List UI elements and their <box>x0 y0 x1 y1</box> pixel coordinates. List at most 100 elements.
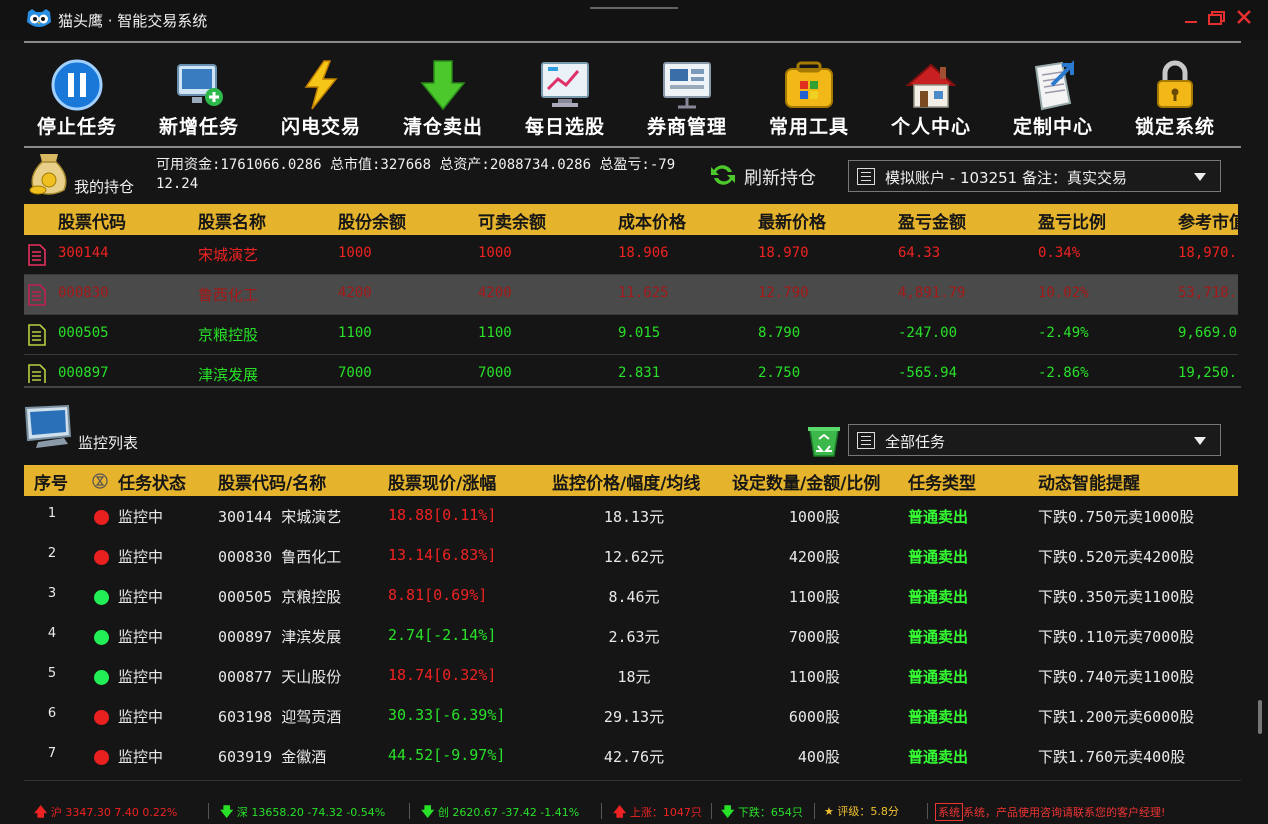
personal-center-button[interactable]: 个人中心 <box>876 52 986 142</box>
cell-status: 监控中 <box>118 748 164 766</box>
table-row[interactable]: 000830 鲁西化工 4200 4200 11.625 12.790 4,891.79 10… <box>24 275 1238 315</box>
cell-stock: 603919 金徽酒 <box>218 748 327 766</box>
refresh-icon <box>711 165 735 185</box>
flash-trade-button[interactable]: 闪电交易 <box>266 52 376 142</box>
cell-name: 宋城演艺 <box>198 246 259 264</box>
document-icon <box>28 284 46 306</box>
rating: ★ 评级：5.8分 <box>824 805 899 818</box>
cell-latest: 12.790 <box>758 285 809 301</box>
cell-latest: 18.970 <box>758 245 809 261</box>
col-header[interactable]: 盈亏金额 <box>898 208 966 233</box>
list-icon <box>857 432 875 449</box>
maximize-icon[interactable] <box>1205 7 1227 29</box>
account-select-value: 模拟账户 - 103251 备注：真实交易 <box>885 169 1127 187</box>
col-header[interactable]: 股份余额 <box>338 208 406 233</box>
col-header[interactable]: 盈亏比例 <box>1038 208 1106 233</box>
cell-no: 2 <box>47 546 57 561</box>
col-header[interactable]: 股票名称 <box>198 208 266 233</box>
table-row[interactable]: 300144 宋城演艺 1000 1000 18.906 18.970 64.33 0.34%… <box>24 235 1238 275</box>
drag-grip[interactable] <box>590 7 678 9</box>
cell-code: 000505 <box>58 325 109 341</box>
custom-center-button[interactable]: 定制中心 <box>998 52 1108 142</box>
cell-type: 普通卖出 <box>908 668 969 686</box>
cell-code: 000897 <box>58 365 109 381</box>
down-arrow-icon <box>420 60 466 111</box>
scrollbar-thumb[interactable] <box>1258 700 1262 734</box>
table-row[interactable]: 5 监控中 000877 天山股份 18.74[0.32%] 18元 1100股 普通卖出 下… <box>24 656 1238 696</box>
account-select[interactable]: 模拟账户 - 103251 备注：真实交易 <box>848 160 1221 192</box>
col-header[interactable]: 最新价格 <box>758 208 826 233</box>
holdings-header: 我的持仓 可用资金:1761066.0286 总市值:327668 总资产:20… <box>24 152 1241 202</box>
cell-sellable: 1000 <box>478 245 512 261</box>
minimize-icon[interactable] <box>1180 7 1202 29</box>
cell-price: 18.74[0.32%] <box>388 666 497 684</box>
divider <box>601 803 602 819</box>
cell-latest: 8.790 <box>758 325 801 341</box>
main-toolbar: 停止任务 新增任务 闪电交易 清仓卖出 每日选股 券商管理 常用工具 个人中心 … <box>24 52 1241 142</box>
title-bar: 猫头鹰 · 智能交易系统 <box>0 0 1268 40</box>
col-header[interactable]: 设定数量/金额/比例 <box>732 469 880 494</box>
stop-task-button[interactable]: 停止任务 <box>22 52 132 142</box>
table-row[interactable]: 7 监控中 603919 金徽酒 44.52[-9.97%] 42.76元 400股 普通卖… <box>24 736 1238 776</box>
table-row[interactable]: 6 监控中 603198 迎驾贡酒 30.33[-6.39%] 29.13元 6000股 普… <box>24 696 1238 736</box>
document-icon <box>28 364 46 383</box>
refresh-holdings-button[interactable]: 刷新持仓 <box>708 160 828 190</box>
task-filter-select[interactable]: 全部任务 <box>848 424 1221 456</box>
cell-status: 监控中 <box>118 708 164 726</box>
cell-monitor: 18元 <box>617 668 651 686</box>
down-arrow-icon: 🡇 <box>721 805 735 820</box>
cell-price: 18.88[0.11%] <box>388 506 497 524</box>
cell-name: 津滨发展 <box>198 366 259 383</box>
cell-mkt: 9,669.00 <box>1178 325 1238 341</box>
table-row[interactable]: 000505 京粮控股 1100 1100 9.015 8.790 -247.00 -2.49… <box>24 315 1238 355</box>
col-header[interactable]: 任务状态 <box>118 469 186 494</box>
sh-index: 🡅 沪 3347.30 7.40 0.22% <box>34 803 177 824</box>
common-tools-button[interactable]: 常用工具 <box>754 52 864 142</box>
table-row[interactable]: 2 监控中 000830 鲁西化工 13.14[6.83%] 12.62元 4200股 普通… <box>24 536 1238 576</box>
cell-monitor: 2.63元 <box>608 628 660 646</box>
cell-mkt: 18,970.00 <box>1178 245 1238 261</box>
close-icon[interactable] <box>1233 7 1255 29</box>
broker-manage-button[interactable]: 券商管理 <box>632 52 742 142</box>
clear-sell-button[interactable]: 清仓卖出 <box>388 52 498 142</box>
col-header[interactable]: 动态智能提醒 <box>1038 469 1140 494</box>
cell-qty: 7000股 <box>788 628 840 646</box>
cell-name: 鲁西化工 <box>198 286 259 304</box>
col-header[interactable]: 参考市值 <box>1178 208 1238 233</box>
col-header[interactable]: 监控价格/幅度/均线 <box>552 469 700 494</box>
cell-qty: 1100股 <box>788 588 840 606</box>
col-header[interactable]: 股票现价/涨幅 <box>388 469 496 494</box>
cell-stock: 000505 京粮控股 <box>218 588 342 606</box>
table-row[interactable]: 000897 津滨发展 7000 7000 2.831 2.750 -565.94 -2.86… <box>24 355 1238 383</box>
daily-pick-button[interactable]: 每日选股 <box>510 52 620 142</box>
col-header[interactable]: 成本价格 <box>618 208 686 233</box>
recycle-bin-icon[interactable] <box>806 424 842 458</box>
holdings-title: 我的持仓 <box>74 178 135 196</box>
add-task-button[interactable]: 新增任务 <box>144 52 254 142</box>
down-arrow-icon: 🡇 <box>421 805 435 820</box>
table-row[interactable]: 4 监控中 000897 津滨发展 2.74[-2.14%] 2.63元 7000股 普通卖… <box>24 616 1238 656</box>
cell-monitor: 29.13元 <box>603 708 665 726</box>
divider <box>409 803 410 819</box>
cell-cost: 18.906 <box>618 245 669 261</box>
col-header[interactable]: 任务类型 <box>908 469 976 494</box>
divider <box>24 146 1241 148</box>
cell-qty: 400股 <box>797 748 840 766</box>
col-header[interactable]: 序号 <box>34 469 68 494</box>
table-row[interactable]: 1 监控中 300144 宋城演艺 18.88[0.11%] 18.13元 1000股 普通… <box>24 496 1238 536</box>
table-row[interactable]: 3 监控中 000505 京粮控股 8.81[0.69%] 8.46元 1100股 普通卖出… <box>24 576 1238 616</box>
status-dot-icon <box>94 550 109 565</box>
col-header[interactable]: 可卖余额 <box>478 208 546 233</box>
lock-system-button[interactable]: 锁定系统 <box>1120 52 1230 142</box>
list-icon <box>857 168 875 185</box>
cell-mkt: 19,250.00 <box>1178 365 1238 381</box>
presentation-icon <box>663 62 711 109</box>
cell-status: 监控中 <box>118 628 164 646</box>
col-header[interactable]: 股票代码/名称 <box>218 469 326 494</box>
status-dot-icon <box>94 590 109 605</box>
col-header[interactable]: 股票代码 <box>58 208 126 233</box>
lock-icon <box>1157 60 1193 108</box>
status-dot-icon <box>94 710 109 725</box>
cell-alert: 下跌1.760元卖400股 <box>1038 748 1186 766</box>
hourglass-icon <box>92 473 108 489</box>
